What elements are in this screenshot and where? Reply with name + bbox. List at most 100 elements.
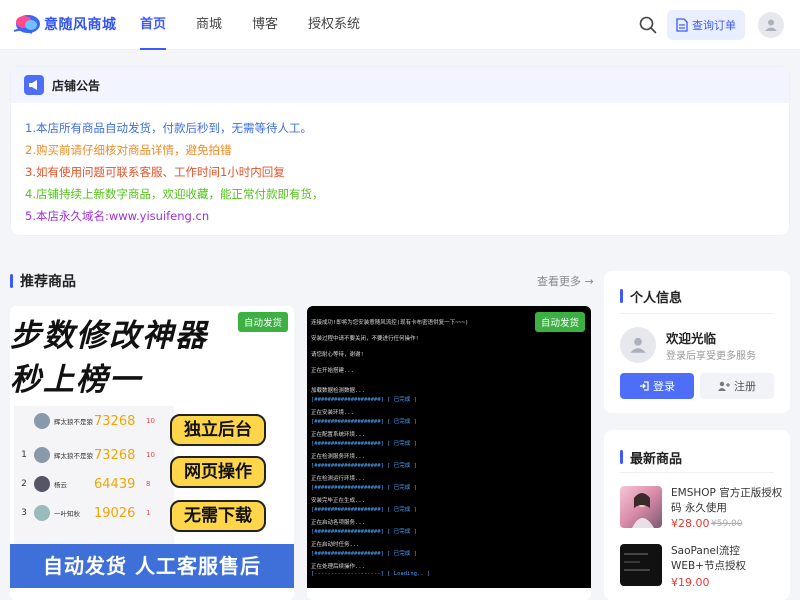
rank-row: 2 杨云 64439 8 [14,471,174,497]
rank-avatar [34,476,50,492]
rank-steps: 73268 [94,447,136,463]
terminal-line: 连接成功!即将为您安装意随风流控(现有卡布密语供复一下~~~) [311,320,469,326]
terminal-line: 安装过程中请不要关闭，不要进行任何操作! [311,336,419,342]
latest-product-price: ¥28.00 [671,517,710,530]
rank-likes: 1 [146,509,151,517]
rank-likes: 8 [146,480,151,488]
product-image: 步数修改神器 秒上榜一 辉太狼不是狼 73268 10 1 辉太狼不是狼 732… [10,306,294,596]
rank-row: 3 一叶知秋 19026 1 [14,500,174,526]
rank-number: 2 [21,479,27,489]
section-accent-bar [620,450,623,464]
terminal-icon [624,553,650,571]
rank-name: 一叶知秋 [54,510,80,518]
feature-tag: 网页操作 [170,456,266,488]
rank-row: 1 辉太狼不是狼 73268 10 [14,442,174,468]
login-icon [640,381,649,391]
product-thumbnail [620,486,662,528]
latest-products-card: 最新商品 EMSHOP 官方正版授权码 永久使用 ¥28.00 ¥59.00 S… [604,430,790,600]
product-image: 连接成功!即将为您安装意随风流控(现有卡布密语供复一下~~~) 安装过程中请不要… [307,306,591,588]
latest-product-name: SaoPanel流控WEB+节点授权 [671,545,747,572]
auto-delivery-badge: 自动发货 [535,312,586,332]
see-more-link[interactable]: 查看更多 → [537,273,594,289]
rank-name: 辉太狼不是狼 [54,418,93,426]
terminal-line: 正在配置系统环境... [311,432,365,438]
login-button[interactable]: 登录 [620,373,694,399]
nav-shop[interactable]: 商城 [196,0,222,50]
art-subheadline: 秒上榜一 [10,362,142,398]
welcome-text: 欢迎光临 [666,331,717,346]
product-thumbnail [620,544,662,586]
latest-product-item[interactable]: EMSHOP 官方正版授权码 永久使用 ¥28.00 ¥59.00 [620,486,783,534]
login-label: 登录 [653,380,675,393]
latest-title: 最新商品 [630,452,683,467]
rank-number: 1 [21,450,27,460]
auto-delivery-badge: 自动发货 [238,312,289,332]
terminal-line: [####################] [ 已完成 ] [311,419,417,425]
nav-license-system[interactable]: 授权系统 [308,0,360,50]
notice-line: 2.购买前请仔细核对商品详情，避免拍错 [25,143,232,157]
query-order-button[interactable]: 查询订单 [667,10,745,40]
rank-likes: 10 [146,451,155,459]
search-icon[interactable] [638,15,658,35]
terminal-line: 安装完毕正在生成... [311,498,365,504]
rank-avatar [34,447,50,463]
top-header: 意随风商城 首页 商城 博客 授权系统 查询订单 [0,0,800,50]
notice-title: 店铺公告 [52,79,101,93]
main-nav: 首页 商城 博客 授权系统 [140,0,390,50]
product-card[interactable]: 连接成功!即将为您安装意随风流控(现有卡布密语供复一下~~~) 安装过程中请不要… [307,306,591,600]
rank-likes: 10 [146,417,155,425]
query-order-label: 查询订单 [692,19,736,32]
section-accent-bar [10,274,13,288]
latest-product-price: ¥19.00 [671,576,710,589]
rank-avatar [34,505,50,521]
terminal-line: 正在开始搭建... [311,368,354,374]
rank-number: 3 [21,508,27,518]
rank-avatar [34,413,50,429]
notice-line: 3.如有使用问题可联系客服、工作时间1小时内回复 [25,165,285,179]
register-label: 注册 [734,380,756,393]
rank-name: 辉太狼不是狼 [54,452,93,460]
latest-product-name: EMSHOP 官方正版授权码 永久使用 [671,487,783,514]
brand-logo[interactable]: 意随风商城 [12,11,117,37]
feature-tag: 无需下载 [170,500,266,532]
product-card[interactable]: 步数修改神器 秒上榜一 辉太狼不是狼 73268 10 1 辉太狼不是狼 732… [10,306,294,600]
terminal-line: 加载数据检测数据... [311,388,365,394]
rank-row: 辉太狼不是狼 73268 10 [14,408,174,434]
megaphone-icon [24,75,44,95]
terminal-line: 正在检测服务环境... [311,454,365,460]
terminal-line: [####################] [ 已完成 ] [311,463,417,469]
terminal-line: [--------------------] [ Loading.. ] [311,571,431,577]
terminal-line: 正在启动各项服务... [311,520,365,526]
rank-steps: 64439 [94,476,136,492]
terminal-line: [####################] [ 已完成 ] [311,529,417,535]
terminal-line: [####################] [ 已完成 ] [311,485,417,491]
notice-line: 5.本店永久域名:www.yisuifeng.cn [25,209,210,223]
register-button[interactable]: 注册 [700,373,774,399]
nav-blog[interactable]: 博客 [252,0,278,50]
notice-line: 4.店铺持续上新数字商品，欢迎收藏，能正常付款即有货， [25,187,324,201]
terminal-line: [####################] [ 已完成 ] [311,441,417,447]
rank-name: 杨云 [54,481,67,489]
rank-steps: 73268 [94,413,136,429]
add-user-icon [718,381,730,391]
terminal-line: 正在检测运行环境... [311,476,365,482]
terminal-line: 正在安装环境... [311,410,354,416]
notice-line: 1.本店所有商品自动发货，付款后秒到，无需等待人工。 [25,121,312,135]
profile-title: 个人信息 [630,291,683,306]
photo-icon [632,493,654,528]
latest-product-item[interactable]: SaoPanel流控WEB+节点授权 ¥19.00 [620,544,780,592]
divider [620,313,774,314]
profile-avatar [620,327,656,363]
terminal-line: 正在启动时任务... [311,542,360,548]
section-accent-bar [620,289,623,303]
latest-product-old-price: ¥59.00 [711,519,743,529]
profile-card: 个人信息 欢迎光临 登录后享受更多服务 登录 注册 [604,271,790,413]
divider [620,472,774,473]
notice-header: 店铺公告 [11,67,789,103]
terminal-line: [####################] [ 已完成 ] [311,551,417,557]
brand-name: 意随风商城 [44,17,117,33]
terminal-line: 请您耐心等待，谢谢! [311,352,364,358]
nav-home[interactable]: 首页 [140,0,167,50]
user-avatar[interactable] [758,12,784,38]
rank-panel: 辉太狼不是狼 73268 10 1 辉太狼不是狼 73268 10 2 杨云 6… [14,406,174,544]
